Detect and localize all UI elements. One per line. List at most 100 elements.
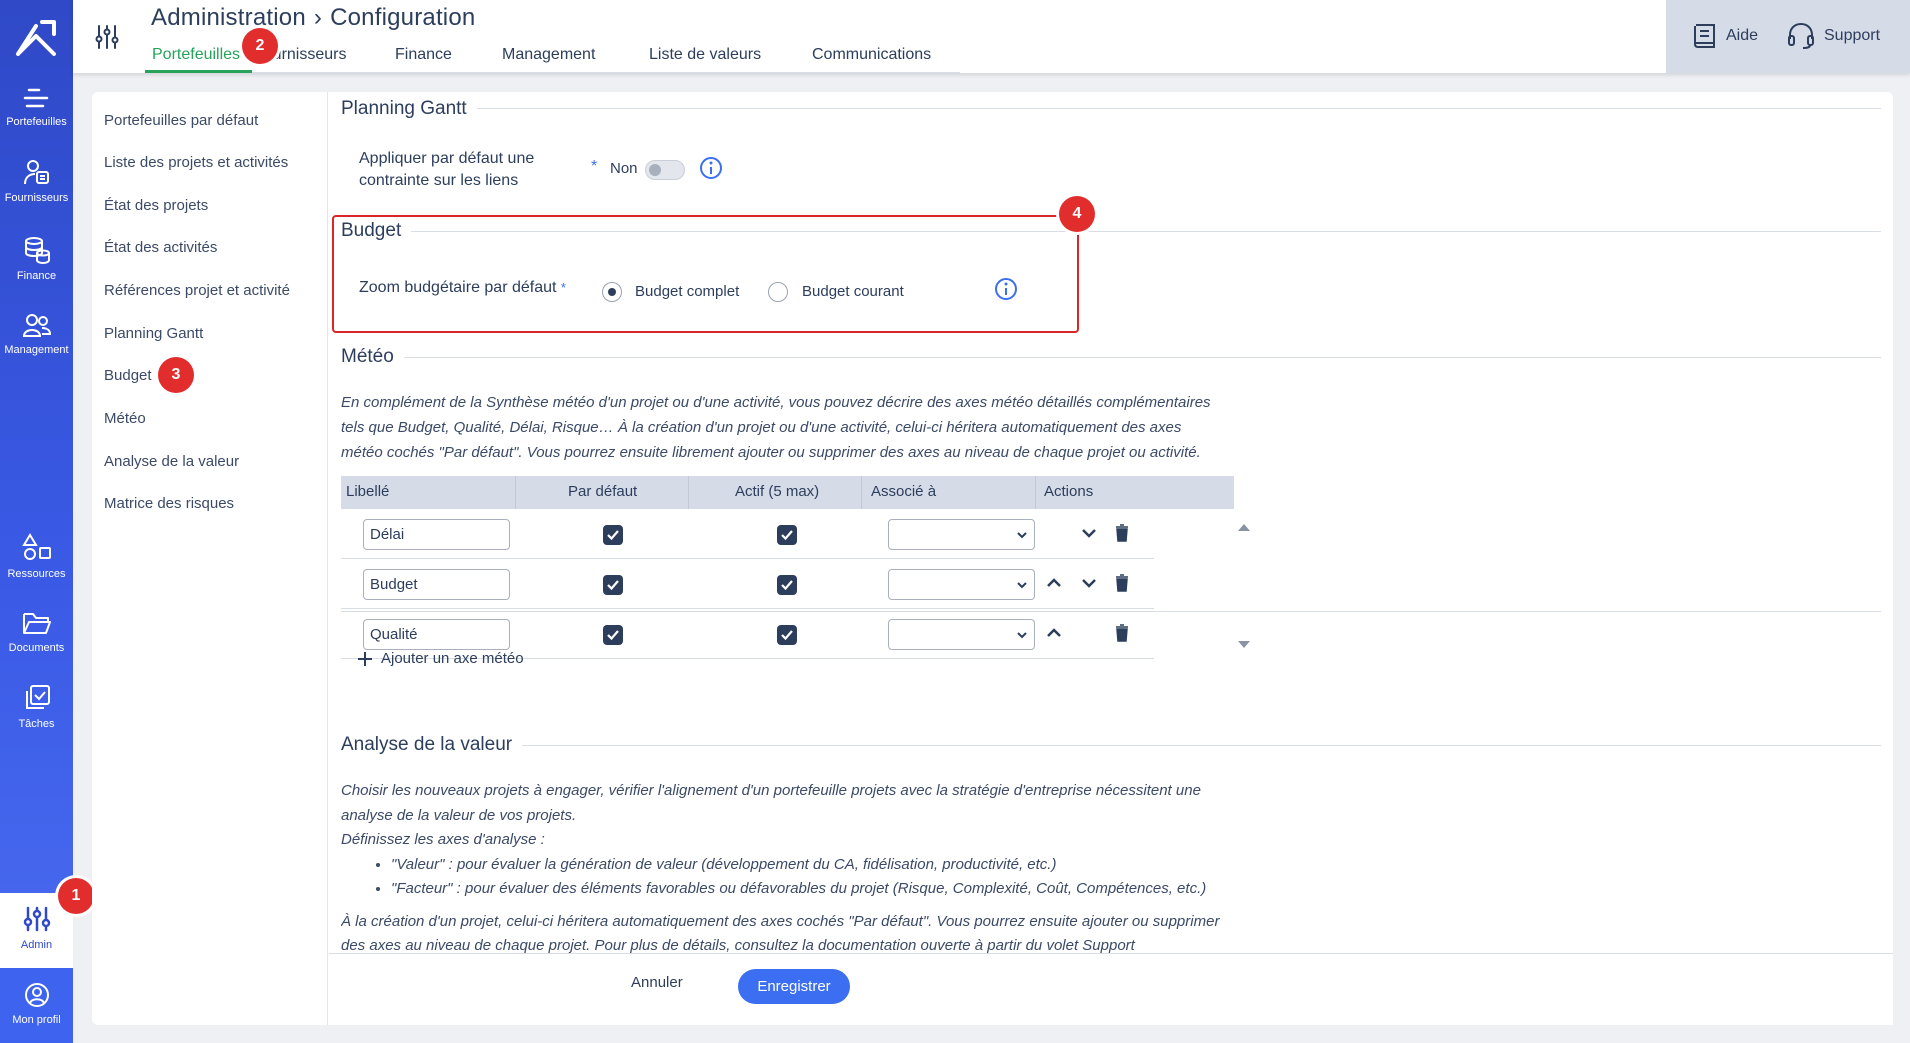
axis-label-input[interactable] (363, 569, 510, 600)
move-down-icon[interactable] (1079, 523, 1099, 543)
default-checkbox[interactable] (603, 525, 623, 545)
default-checkbox[interactable] (603, 575, 623, 595)
col-associated: Associé à (871, 483, 937, 500)
delete-icon[interactable] (1113, 523, 1131, 543)
subnav-item-budget[interactable]: Budget (104, 367, 152, 384)
breadcrumb-separator: › (313, 4, 323, 31)
weather-desc-line1: En complément de la Synthèse météo d'un … (341, 394, 1211, 411)
va-desc-line5: des axes au niveau de chaque projet. Pou… (341, 937, 1135, 954)
move-up-icon[interactable] (1044, 623, 1064, 643)
nav-documents[interactable]: Documents (0, 610, 73, 654)
value-analysis-description: Choisir les nouveaux projets à engager, … (341, 779, 1241, 954)
nav-suppliers[interactable]: Fournisseurs (0, 158, 73, 204)
step-badge-2: 2 (242, 28, 278, 64)
associated-select[interactable] (888, 619, 1035, 650)
nav-label-suppliers: Fournisseurs (4, 192, 69, 204)
associated-select[interactable] (888, 519, 1035, 550)
table-row (341, 559, 1154, 609)
subnav-item-weather[interactable]: Météo (104, 410, 146, 427)
weather-desc-line3: météo cochés "Par défaut". Vous pourrez … (341, 444, 1201, 461)
scroll-up-arrow-icon[interactable] (1237, 522, 1251, 532)
nav-label-profile: Mon profil (12, 1014, 61, 1026)
suppliers-icon (23, 160, 49, 185)
save-button[interactable]: Enregistrer (738, 969, 850, 1004)
nav-label-finance: Finance (16, 270, 57, 282)
subnav-item-risk-matrix[interactable]: Matrice des risques (104, 495, 234, 512)
chevron-down-icon (1017, 582, 1027, 589)
nav-label-portfolios: Portefeuilles (6, 116, 67, 128)
axis-label-input[interactable] (363, 519, 510, 550)
nav-management[interactable]: Management (0, 312, 73, 356)
cancel-button[interactable]: Annuler (631, 974, 683, 991)
va-desc-line2: analyse de la valeur de vos projets. (341, 806, 577, 824)
subnav-item-default-portfolios[interactable]: Portefeuilles par défaut (104, 112, 258, 129)
gantt-label-line2: contrainte sur les liens (359, 172, 519, 189)
associated-select[interactable] (888, 569, 1035, 600)
tab-portfolios[interactable]: Portefeuilles (145, 42, 252, 73)
step-badge-3: 3 (158, 357, 194, 393)
subnav-item-project-status[interactable]: État des projets (104, 197, 208, 214)
axis-label-input[interactable] (363, 619, 510, 650)
gantt-info-icon[interactable] (699, 156, 723, 180)
table-row (341, 509, 1154, 559)
step-badge-1: 1 (58, 878, 94, 914)
tab-value-lists[interactable]: Liste de valeurs (647, 42, 810, 73)
tab-communications[interactable]: Communications (810, 42, 960, 73)
nav-profile[interactable]: Mon profil (0, 968, 73, 1043)
nav-resources[interactable]: Ressources (0, 532, 73, 580)
va-bullet-value: "Valeur" : pour évaluer la génération de… (391, 853, 1241, 878)
nav-label-resources: Ressources (7, 568, 66, 580)
subnav-item-gantt[interactable]: Planning Gantt (104, 325, 203, 342)
default-checkbox[interactable] (603, 625, 623, 645)
col-actions: Actions (1044, 483, 1094, 500)
tasks-icon (25, 685, 50, 709)
help-button[interactable]: Aide (1692, 22, 1758, 50)
section-title-weather: Météo (341, 346, 404, 368)
nav-label-documents: Documents (8, 642, 65, 654)
tab-management[interactable]: Management (500, 42, 647, 73)
subnav-item-value-analysis[interactable]: Analyse de la valeur (104, 453, 239, 470)
move-up-icon[interactable] (1044, 573, 1064, 593)
active-checkbox[interactable] (777, 525, 797, 545)
portfolio-icon (23, 88, 48, 108)
weather-table-header: Libellé Par défaut Actif (5 max) Associé… (341, 476, 1234, 509)
form-footer: Annuler Enregistrer (329, 953, 1893, 1025)
section-title-gantt: Planning Gantt (341, 98, 477, 120)
col-active: Actif (5 max) (735, 483, 820, 500)
col-label: Libellé (346, 483, 390, 500)
support-button[interactable]: Support (1786, 22, 1880, 50)
chevron-down-icon (1017, 632, 1027, 639)
management-icon (22, 314, 51, 337)
add-weather-axis-button[interactable]: Ajouter un axe météo (357, 650, 524, 667)
add-axis-label: Ajouter un axe météo (381, 650, 524, 667)
move-down-icon[interactable] (1079, 573, 1099, 593)
nav-tasks[interactable]: Tâches (0, 684, 73, 730)
weather-desc-line2: tels que Budget, Qualité, Délai, Risque…… (341, 419, 1182, 436)
gantt-constraint-toggle[interactable] (645, 160, 685, 180)
subnav-item-project-list[interactable]: Liste des projets et activités (104, 154, 288, 171)
step-badge-4: 4 (1059, 196, 1095, 232)
budget-highlight-frame (332, 215, 1079, 333)
tab-finance[interactable]: Finance (393, 42, 500, 73)
active-checkbox[interactable] (777, 575, 797, 595)
delete-icon[interactable] (1113, 573, 1131, 593)
nav-portfolios[interactable]: Portefeuilles (0, 86, 73, 128)
top-header: Administration › Configuration Portefeuill… (73, 0, 1910, 73)
finance-icon (24, 237, 50, 264)
va-desc-line1: Choisir les nouveaux projets à engager, … (341, 782, 1201, 799)
delete-icon[interactable] (1113, 623, 1131, 643)
settings-sliders-icon (95, 25, 119, 49)
va-desc-line3: Définissez les axes d'analyse : (341, 831, 545, 848)
help-area: Aide Support (1666, 0, 1910, 73)
subnav-item-references[interactable]: Références projet et activité (104, 282, 290, 299)
profile-icon (24, 983, 49, 1007)
scroll-down-arrow-icon[interactable] (1237, 640, 1251, 650)
nav-finance[interactable]: Finance (0, 236, 73, 282)
support-label: Support (1824, 27, 1881, 44)
app-logo-icon[interactable] (14, 18, 58, 58)
active-checkbox[interactable] (777, 625, 797, 645)
subnav-item-activity-status[interactable]: État des activités (104, 239, 217, 256)
breadcrumb-root[interactable]: Administration (151, 4, 306, 31)
va-bullet-factor: "Facteur" : pour évaluer des éléments fa… (391, 877, 1241, 902)
gantt-constraint-label: Appliquer par défaut une contrainte sur … (359, 148, 534, 192)
